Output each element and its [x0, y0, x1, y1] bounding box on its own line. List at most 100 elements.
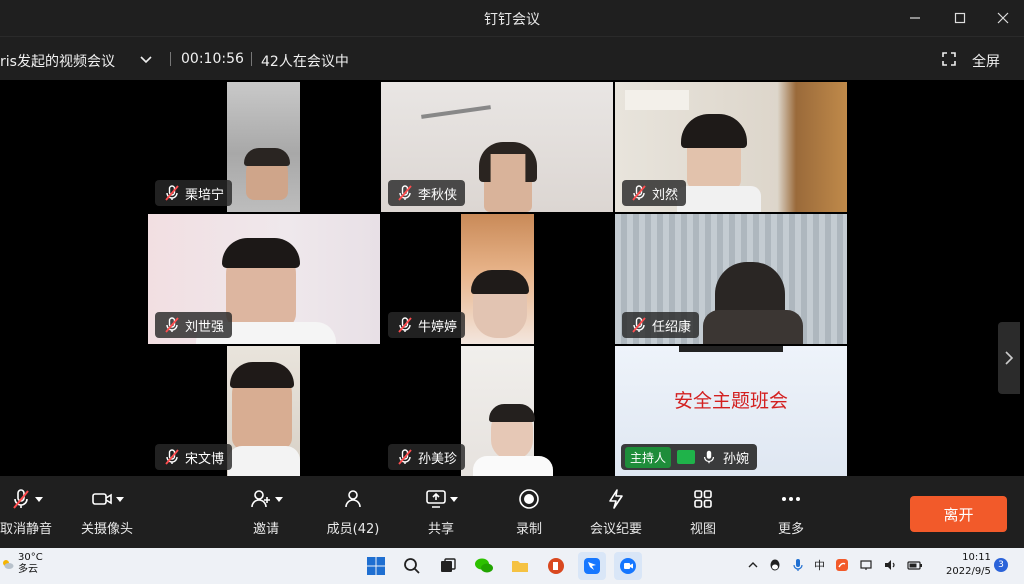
- window-title: 钉钉会议: [484, 12, 540, 28]
- camera-label: 关摄像头: [80, 522, 133, 537]
- video-tile[interactable]: 任绍康: [615, 214, 847, 344]
- file-explorer-app[interactable]: [506, 552, 534, 580]
- more-button[interactable]: 更多: [751, 486, 831, 542]
- os-taskbar: 30°C 多云 中 10:11 2022/9/5 3: [0, 548, 1024, 584]
- participant-name: 牛婷婷: [418, 319, 458, 335]
- powerpoint-icon: [548, 558, 564, 574]
- leave-button[interactable]: 离开: [910, 496, 1007, 532]
- ime-indicator[interactable]: 中: [814, 557, 825, 573]
- share-button[interactable]: 共享: [401, 486, 481, 542]
- participant-name: 宋文博: [185, 451, 225, 467]
- start-button[interactable]: [362, 552, 390, 580]
- chevron-down-icon[interactable]: [274, 496, 283, 502]
- fullscreen-button[interactable]: 全屏: [972, 51, 1000, 71]
- fullscreen-icon[interactable]: [942, 52, 956, 66]
- participant-hair: [222, 238, 300, 268]
- divider: [251, 52, 252, 66]
- shared-screen-tile[interactable]: 安全主题班会 主持人 孙婉: [615, 346, 847, 476]
- presenter-name: 孙婉: [723, 451, 750, 467]
- divider: [170, 52, 171, 66]
- video-tile[interactable]: 栗培宁: [148, 82, 380, 212]
- powerpoint-app[interactable]: [542, 552, 570, 580]
- participant-name-chip: 栗培宁: [155, 180, 233, 206]
- invite-label: 邀请: [252, 522, 279, 537]
- close-icon: [997, 12, 1009, 24]
- qq-icon[interactable]: [768, 558, 782, 572]
- participant-shirt: [473, 456, 553, 476]
- grid-view-icon: [694, 490, 712, 508]
- video-tile[interactable]: 李秋侠: [381, 82, 613, 212]
- cloudy-icon: [3, 560, 14, 569]
- temperature: 30°C: [18, 552, 43, 563]
- view-label: 视图: [689, 522, 716, 537]
- participant-name-chip: 李秋侠: [388, 180, 466, 206]
- unmute-label: 取消静音: [0, 522, 52, 537]
- invite-button[interactable]: 邀请: [226, 486, 306, 542]
- video-tile[interactable]: 刘然: [615, 82, 847, 212]
- dingtalk-icon: [584, 558, 600, 574]
- volume-icon[interactable]: [883, 558, 897, 572]
- camera-button[interactable]: 关摄像头: [67, 486, 147, 542]
- view-button[interactable]: 视图: [663, 486, 743, 542]
- members-label: 成员(42): [326, 522, 380, 537]
- taskbar-search[interactable]: [398, 552, 426, 580]
- meeting-timer: 00:10:56: [181, 51, 244, 67]
- network-icon[interactable]: [859, 558, 873, 572]
- participant-name: 刘然: [652, 187, 679, 203]
- video-tile[interactable]: 孙美珍: [381, 346, 613, 476]
- record-icon: [519, 489, 539, 509]
- maximize-button[interactable]: [947, 6, 973, 30]
- clock-date: 2022/9/5: [946, 566, 991, 577]
- minutes-button[interactable]: 会议纪要: [576, 486, 656, 542]
- chevron-down-icon[interactable]: [138, 51, 154, 67]
- clock-time: 10:11: [962, 552, 991, 563]
- mic-muted-icon: [165, 185, 179, 201]
- participant-hair: [489, 404, 535, 422]
- dingtalk-meeting-app[interactable]: [614, 552, 642, 580]
- video-tile[interactable]: 宋文博: [148, 346, 380, 476]
- video-tile[interactable]: 刘世强: [148, 214, 380, 344]
- windows-start-icon: [367, 557, 385, 575]
- maximize-icon: [954, 12, 966, 24]
- chevron-down-icon[interactable]: [115, 496, 124, 502]
- mic-muted-icon: [632, 185, 646, 201]
- task-view-icon: [441, 558, 456, 572]
- system-tray: 中: [748, 557, 923, 573]
- notification-badge[interactable]: 3: [994, 558, 1008, 572]
- presenter-chip: 主持人 孙婉: [621, 444, 758, 470]
- chevron-down-icon[interactable]: [449, 496, 458, 502]
- participant-name-chip: 刘世强: [155, 312, 233, 338]
- presenter-toolbar: [679, 346, 783, 352]
- sogou-icon[interactable]: [835, 558, 849, 572]
- members-icon: [345, 490, 361, 508]
- battery-icon[interactable]: [907, 558, 923, 572]
- next-page-button[interactable]: [998, 322, 1020, 394]
- mic-muted-icon: [12, 489, 29, 509]
- members-button[interactable]: 成员(42): [313, 486, 393, 542]
- participant-hair: [230, 362, 294, 388]
- close-button[interactable]: [990, 6, 1016, 30]
- mic-muted-icon: [632, 317, 646, 333]
- meeting-title[interactable]: ris发起的视频会议: [0, 51, 115, 71]
- weather-widget[interactable]: 30°C 多云: [2, 552, 43, 576]
- unmute-button[interactable]: 取消静音: [0, 486, 66, 542]
- task-view-button[interactable]: [434, 552, 462, 580]
- participant-count: 42人在会议中: [261, 54, 349, 70]
- wechat-app[interactable]: [470, 552, 498, 580]
- screen-share-icon: [677, 450, 696, 464]
- chevron-right-icon: [1005, 351, 1014, 365]
- microphone-icon[interactable]: [792, 558, 804, 572]
- participant-hair: [471, 270, 529, 294]
- system-clock[interactable]: 10:11 2022/9/5: [946, 551, 991, 579]
- minimize-button[interactable]: [902, 6, 928, 30]
- window-title-bar: 钉钉会议: [0, 0, 1024, 36]
- chevron-up-icon[interactable]: [748, 560, 758, 570]
- slide-title: 安全主题班会: [673, 390, 788, 412]
- record-button[interactable]: 录制: [489, 486, 569, 542]
- chevron-down-icon[interactable]: [34, 496, 43, 502]
- dingtalk-app[interactable]: [578, 552, 606, 580]
- mic-muted-icon: [398, 449, 412, 465]
- video-tile[interactable]: 牛婷婷: [381, 214, 613, 344]
- wechat-icon: [475, 558, 493, 573]
- meeting-info-bar: ris发起的视频会议 00:10:56 42人在会议中 全屏: [0, 36, 1024, 80]
